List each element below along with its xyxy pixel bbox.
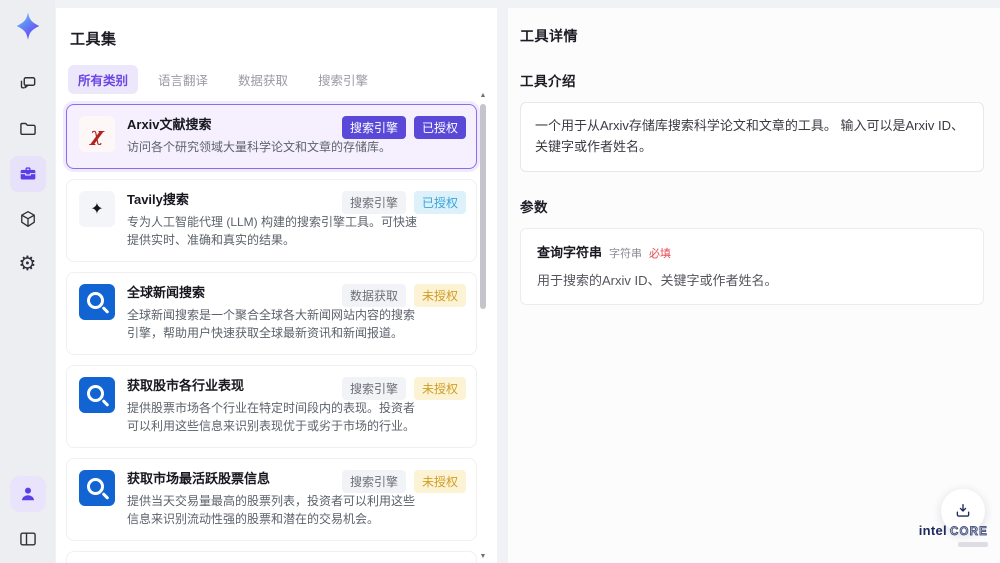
app-sidebar: ⚙	[0, 0, 55, 563]
brand-badge: intel CORE	[919, 524, 988, 547]
tool-list-item[interactable]: 获取股市各行业表现 提供股票市场各个行业在特定时间段内的表现。投资者可以利用这些…	[66, 364, 477, 448]
tool-icon	[79, 376, 115, 413]
params-heading: 参数	[520, 199, 548, 215]
tool-badges: 数据获取 未授权	[341, 283, 466, 307]
tool-list: χ Arxiv文献搜索 访问各个研究领域大量科学论文和文章的存储库。 搜索引擎 …	[56, 104, 497, 563]
auth-status-badge: 未授权	[413, 376, 466, 400]
tool-icon	[79, 469, 115, 506]
sidebar-item-user[interactable]	[9, 476, 46, 512]
tool-list-item[interactable]: χ Arxiv文献搜索 访问各个研究领域大量科学论文和文章的存储库。 搜索引擎 …	[66, 104, 477, 169]
app-logo-icon	[16, 12, 39, 40]
download-icon	[956, 503, 970, 517]
category-badge: 数据获取	[341, 283, 406, 307]
tool-badges: 搜索引擎 已授权	[341, 116, 466, 139]
intro-text-box: 一个用于从Arxiv存储库搜索科学论文和文章的工具。 输入可以是Arxiv ID…	[520, 102, 984, 172]
intro-heading: 工具介绍	[520, 74, 576, 89]
param-required-flag: 必填	[649, 247, 672, 260]
tool-icon: χ	[79, 116, 115, 152]
scrollbar-thumb[interactable]	[480, 104, 486, 309]
details-title: 工具详情	[520, 28, 578, 44]
sidebar-item-packages[interactable]	[10, 201, 46, 237]
param-name: 查询字符串	[537, 244, 603, 260]
tool-icon: ✦	[79, 190, 115, 227]
category-tab[interactable]: 所有类别	[68, 65, 139, 94]
sidebar-item-settings[interactable]: ⚙	[10, 246, 46, 282]
tool-description: 专为人工智能代理 (LLM) 构建的搜索引擎工具。可快速提供实时、准确和真实的结…	[127, 214, 418, 248]
param-description: 用于搜索的Arxiv ID、关键字或作者姓名。	[537, 272, 778, 288]
category-badge: 搜索引擎	[341, 116, 406, 139]
cube-icon	[20, 211, 35, 227]
tool-list-item[interactable]: 全球新闻搜索 全球新闻搜索是一个聚合全球各大新闻网站内容的搜索引擎，帮助用户快速…	[66, 271, 477, 355]
sidebar-bottom	[9, 476, 46, 563]
category-tab[interactable]: 语言翻译	[148, 65, 218, 94]
sidebar-item-chat[interactable]	[10, 66, 46, 102]
scrollbar-up-arrow-icon[interactable]: ▲	[478, 92, 488, 100]
category-tab-label: 数据获取	[238, 74, 289, 88]
category-badge: 搜索引擎	[341, 376, 406, 400]
sidebar-item-files[interactable]	[10, 111, 46, 147]
category-tab-label: 所有类别	[78, 74, 129, 88]
page-title: 工具集	[70, 31, 117, 48]
tool-badges: 搜索引擎 未授权	[341, 376, 466, 400]
tools-panel: 工具集 所有类别 语言翻译 数据获取 搜索引擎 χ Arxiv文献搜索 访问各个…	[56, 8, 497, 563]
sidebar-item-toolbox[interactable]	[9, 156, 46, 192]
category-tab[interactable]: 搜索引擎	[308, 65, 378, 94]
chat-icon	[20, 77, 35, 89]
brand-intel-label: intel	[918, 523, 947, 538]
category-tabs: 所有类别 语言翻译 数据获取 搜索引擎	[68, 65, 497, 94]
toolbox-icon	[20, 167, 35, 180]
panel-layout-icon	[19, 532, 36, 546]
tool-list-item[interactable]: ✦ Tavily搜索 专为人工智能代理 (LLM) 构建的搜索引擎工具。可快速提…	[66, 178, 477, 262]
category-tab-label: 搜索引擎	[318, 74, 369, 88]
folder-icon	[19, 122, 36, 136]
category-tab-label: 语言翻译	[158, 74, 209, 88]
brand-subtext-bar	[958, 542, 988, 547]
auth-status-badge: 未授权	[413, 283, 466, 307]
category-tab[interactable]: 数据获取	[228, 65, 298, 94]
params-list: 查询字符串 字符串 必填 用于搜索的Arxiv ID、关键字或作者姓名。	[520, 227, 984, 305]
user-icon	[21, 487, 34, 501]
param-head: 查询字符串 字符串 必填	[537, 242, 967, 261]
scrollbar-down-arrow-icon[interactable]: ▼	[478, 553, 488, 561]
auth-status-badge: 已授权	[413, 190, 466, 214]
brand-core-label: CORE	[949, 526, 988, 539]
sidebar-item-panel-toggle[interactable]	[10, 521, 46, 557]
list-scrollbar[interactable]: ▲ ▼	[478, 92, 488, 561]
tool-list-item[interactable]: ▤ 万维地区新闻查询 查询具体行政区划内的新闻，快速了解各地新闻动 搜索引擎 未…	[66, 550, 477, 563]
tool-description: 提供当天交易量最高的股票列表，投资者可以利用这些信息来识别流动性强的股票和潜在的…	[127, 493, 416, 527]
gear-icon: ⚙	[18, 253, 37, 275]
param-card: 查询字符串 字符串 必填 用于搜索的Arxiv ID、关键字或作者姓名。	[520, 227, 984, 305]
category-badge: 搜索引擎	[341, 469, 406, 493]
tool-badges: 搜索引擎 已授权	[341, 190, 466, 214]
tool-details-panel: 工具详情 工具介绍 一个用于从Arxiv存储库搜索科学论文和文章的工具。 输入可…	[508, 8, 1000, 563]
tool-description: 提供股票市场各个行业在特定时间段内的表现。投资者可以利用这些信息来识别表现优于或…	[127, 400, 416, 434]
tool-description: 访问各个研究领域大量科学论文和文章的存储库。	[127, 140, 392, 154]
category-badge: 搜索引擎	[341, 190, 406, 214]
param-type: 字符串	[609, 247, 643, 260]
tool-description: 全球新闻搜索是一个聚合全球各大新闻网站内容的搜索引擎，帮助用户快速获取全球最新资…	[127, 307, 416, 341]
auth-status-badge: 未授权	[413, 469, 466, 493]
auth-status-badge: 已授权	[413, 116, 466, 139]
tool-list-item[interactable]: 获取市场最活跃股票信息 提供当天交易量最高的股票列表，投资者可以利用这些信息来识…	[66, 457, 477, 541]
tool-icon	[79, 283, 115, 320]
tool-badges: 搜索引擎 未授权	[341, 469, 466, 493]
